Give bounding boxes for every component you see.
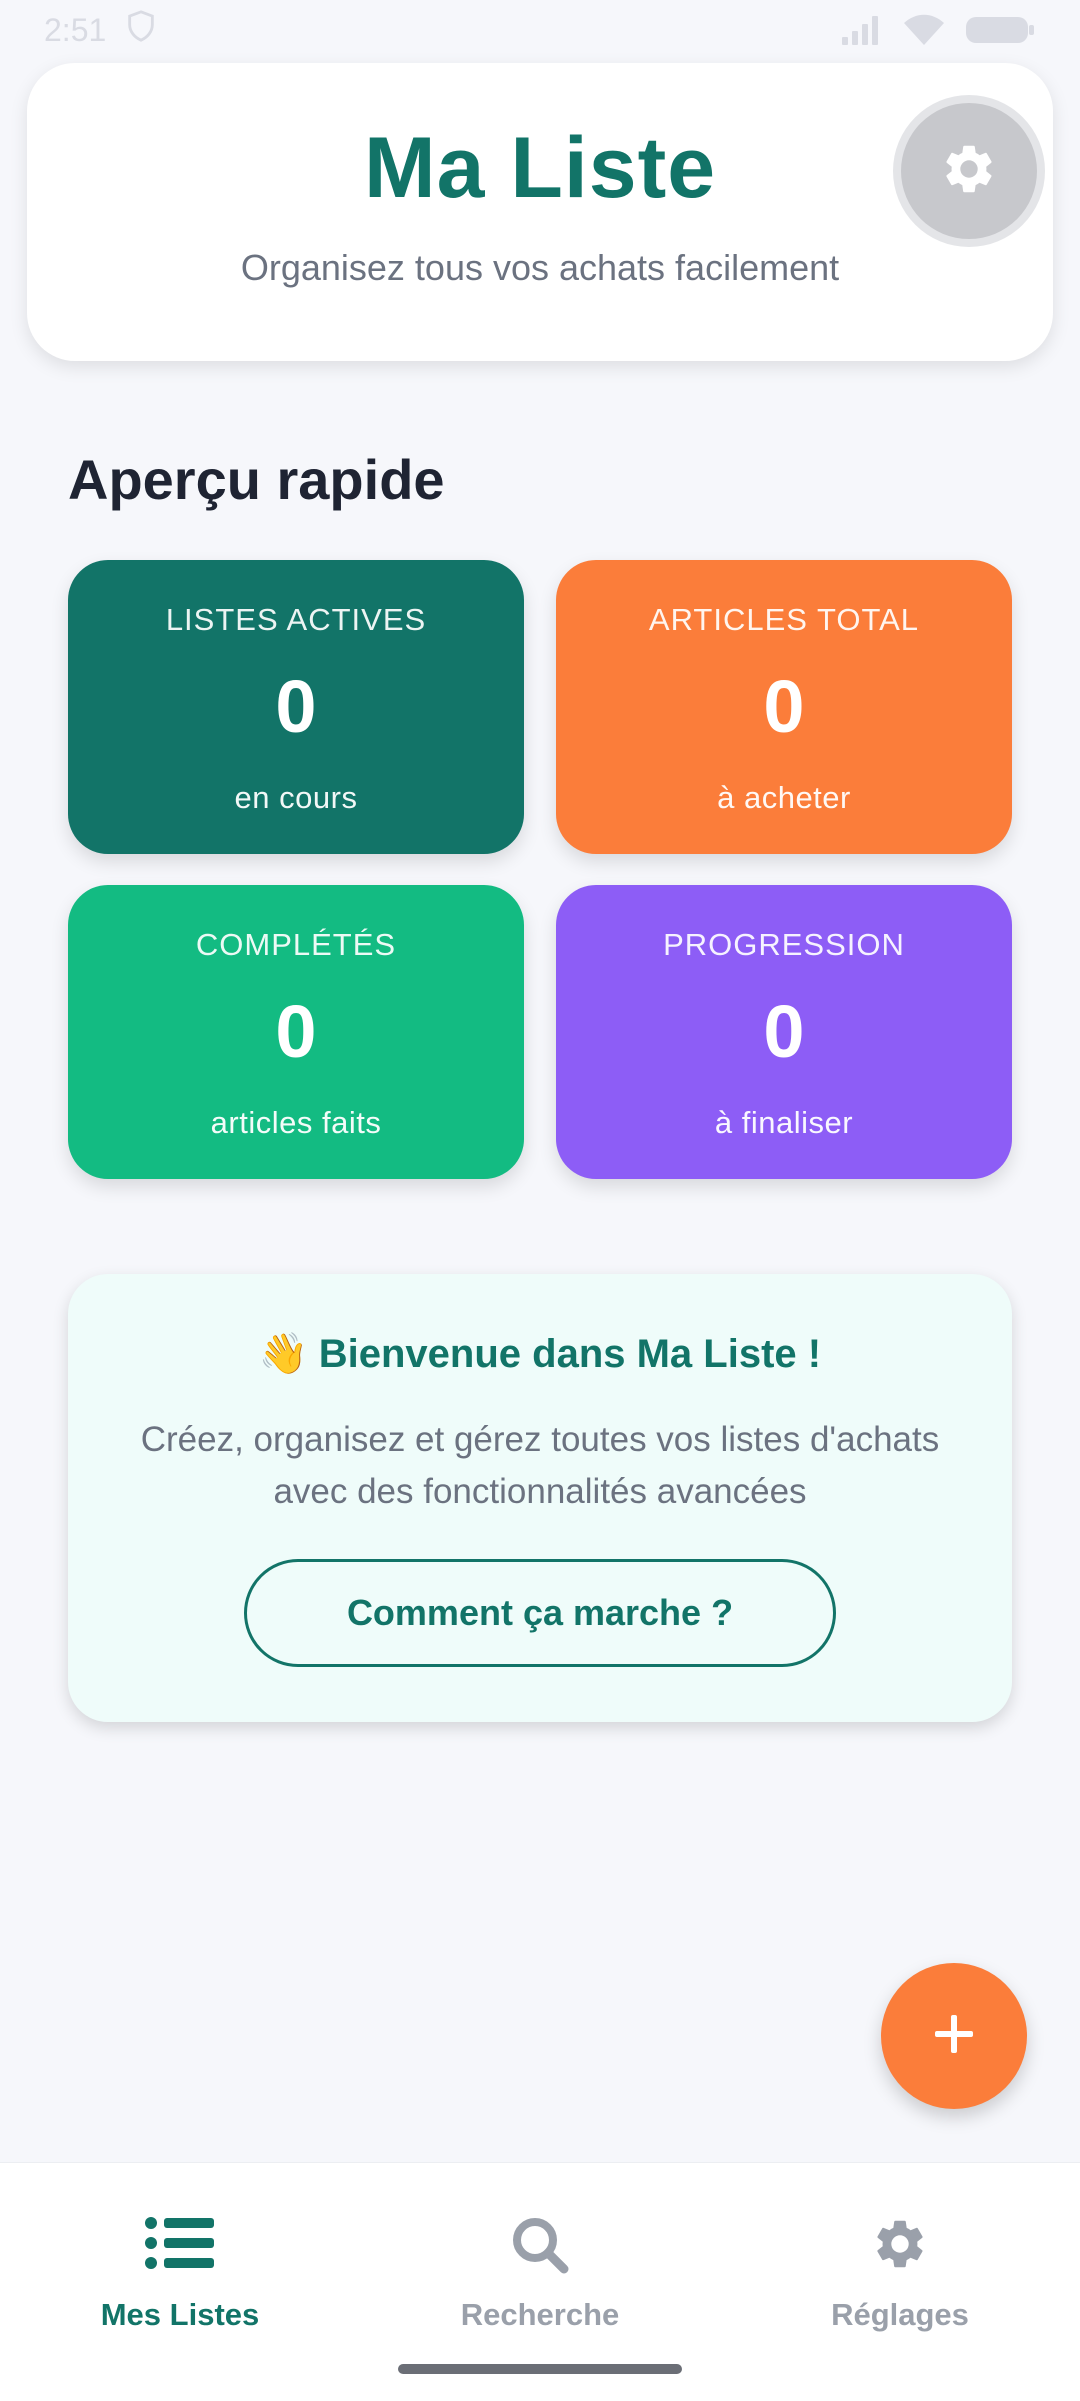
app-subtitle: Organisez tous vos achats facilement — [240, 247, 840, 288]
stat-card-total-items[interactable]: ARTICLES TOTAL 0 à acheter — [556, 560, 1012, 854]
list-icon — [144, 2215, 216, 2276]
signal-icon — [840, 13, 884, 47]
status-bar: 2:51 — [0, 0, 1080, 60]
settings-button[interactable] — [901, 103, 1037, 239]
waving-hand-icon: 👋 — [258, 1332, 309, 1376]
welcome-text: Créez, organisez et gérez toutes vos lis… — [140, 1420, 940, 1511]
nav-label: Recherche — [460, 2297, 620, 2332]
shield-icon — [124, 9, 158, 51]
stat-value: 0 — [275, 990, 317, 1073]
stat-sub: à acheter — [717, 780, 851, 815]
stat-card-completed[interactable]: COMPLÉTÉS 0 articles faits — [68, 885, 524, 1179]
nav-item-my-lists[interactable]: Mes Listes — [0, 2163, 360, 2363]
stat-value: 0 — [763, 990, 805, 1073]
wifi-icon — [902, 13, 946, 47]
battery-icon — [964, 13, 1036, 47]
stat-card-active-lists[interactable]: LISTES ACTIVES 0 en cours — [68, 560, 524, 854]
status-time: 2:51 — [44, 11, 107, 48]
stat-label: ARTICLES TOTAL — [648, 602, 920, 637]
stat-sub: en cours — [234, 780, 358, 815]
gear-icon — [871, 2215, 929, 2278]
stat-sub: articles faits — [210, 1105, 382, 1140]
nav-label: Mes Listes — [100, 2297, 260, 2332]
add-list-button[interactable] — [881, 1963, 1027, 2109]
stat-label: COMPLÉTÉS — [195, 927, 397, 962]
nav-item-settings[interactable]: Réglages — [720, 2163, 1080, 2363]
stat-card-progress[interactable]: PROGRESSION 0 à finaliser — [556, 885, 1012, 1179]
stat-label: PROGRESSION — [663, 927, 905, 962]
nav-item-search[interactable]: Recherche — [360, 2163, 720, 2363]
welcome-title: 👋 Bienvenue dans Ma Liste ! — [68, 1334, 1012, 1374]
gear-icon — [940, 140, 998, 203]
how-it-works-button[interactable]: Comment ça marche ? — [244, 1559, 836, 1667]
welcome-title-text: Bienvenue dans Ma Liste ! — [318, 1332, 822, 1376]
nav-label: Réglages — [831, 2297, 969, 2332]
plus-icon — [931, 2011, 977, 2062]
welcome-card: 👋 Bienvenue dans Ma Liste ! Créez, organi… — [68, 1274, 1012, 1722]
overview-title: Aperçu rapide — [68, 448, 445, 511]
stat-value: 0 — [275, 665, 317, 748]
home-indicator[interactable] — [398, 2364, 682, 2374]
stat-sub: à finaliser — [714, 1105, 854, 1140]
stat-value: 0 — [763, 665, 805, 748]
stat-label: LISTES ACTIVES — [165, 602, 427, 637]
search-icon — [510, 2215, 570, 2280]
